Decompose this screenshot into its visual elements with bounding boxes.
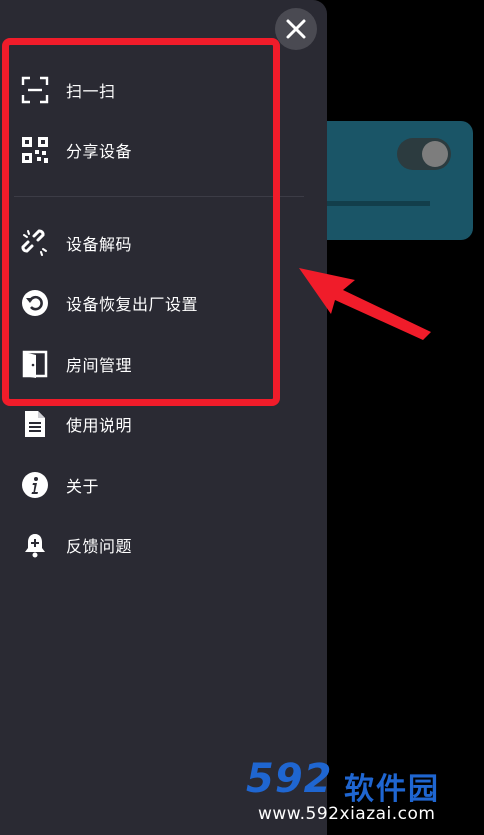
toggle-knob bbox=[422, 141, 448, 167]
menu-item-room-management[interactable]: 房间管理 bbox=[0, 334, 327, 394]
menu-item-instructions[interactable]: 使用说明 bbox=[0, 394, 327, 454]
menu-item-label: 反馈问题 bbox=[66, 537, 133, 556]
menu-item-label: 扫一扫 bbox=[66, 82, 116, 101]
menu-item-label: 分享设备 bbox=[66, 142, 133, 161]
menu-item-share-device[interactable]: 分享设备 bbox=[0, 120, 327, 180]
menu-item-label: 设备恢复出厂设置 bbox=[66, 295, 199, 314]
watermark-url: www.592xiazai.com bbox=[258, 804, 436, 824]
card-progress-bar bbox=[327, 201, 430, 206]
menu-item-label: 关于 bbox=[66, 477, 100, 496]
device-toggle[interactable] bbox=[397, 138, 451, 170]
watermark-logo-text: 软件园 bbox=[344, 772, 440, 807]
close-button[interactable] bbox=[275, 8, 317, 50]
menu-item-device-decode[interactable]: 设备解码 bbox=[0, 213, 327, 273]
door-icon bbox=[20, 349, 50, 379]
qr-code-icon bbox=[20, 135, 50, 165]
menu-item-feedback[interactable]: 反馈问题 bbox=[0, 515, 327, 575]
document-icon bbox=[20, 409, 50, 439]
menu-item-label: 设备解码 bbox=[66, 235, 133, 254]
info-icon bbox=[20, 470, 50, 500]
watermark: 592 软件园 www.592xiazai.com bbox=[246, 756, 484, 835]
device-card[interactable] bbox=[327, 121, 473, 240]
menu-item-factory-reset[interactable]: 设备恢复出厂设置 bbox=[0, 273, 327, 333]
side-drawer: 扫一扫 分享设备 设备解码 设备恢复出厂设置 房间管理 使用说明 关于 反馈问题 bbox=[0, 0, 327, 835]
watermark-logo-number: 592 bbox=[246, 756, 333, 802]
menu-item-scan[interactable]: 扫一扫 bbox=[0, 60, 327, 120]
annotation-arrow-icon bbox=[299, 268, 431, 340]
reset-icon bbox=[20, 288, 50, 318]
bell-icon bbox=[20, 530, 50, 560]
menu-item-about[interactable]: 关于 bbox=[0, 455, 327, 515]
menu-item-label: 房间管理 bbox=[66, 356, 133, 375]
close-icon bbox=[286, 19, 306, 39]
unlink-icon bbox=[20, 228, 50, 258]
menu-divider bbox=[14, 196, 304, 197]
menu-item-label: 使用说明 bbox=[66, 416, 133, 435]
scan-icon bbox=[20, 75, 50, 105]
